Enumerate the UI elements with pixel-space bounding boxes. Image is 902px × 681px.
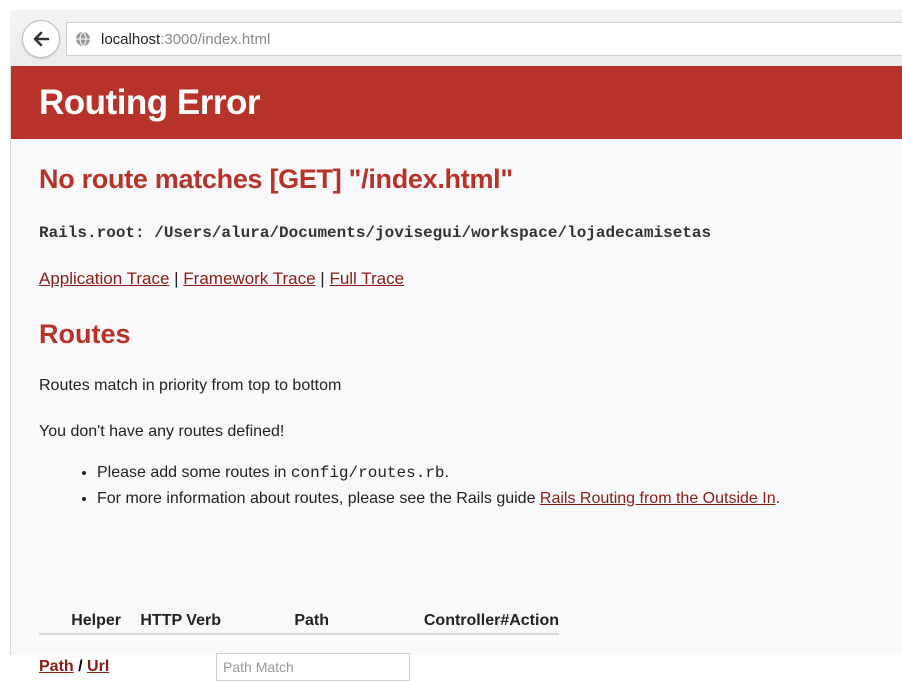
application-trace-link[interactable]: Application Trace <box>39 269 169 288</box>
column-header-http-verb: HTTP Verb <box>140 612 221 629</box>
back-button[interactable] <box>22 20 60 58</box>
trace-separator: | <box>174 269 179 288</box>
path-link[interactable]: Path <box>39 658 74 675</box>
url-link[interactable]: Url <box>87 658 109 675</box>
routes-table: Helper HTTP Verb Path Controller#Action <box>39 609 559 635</box>
rails-root: Rails.root: /Users/alura/Documents/jovis… <box>39 224 712 242</box>
routes-file-code: config/routes.rb <box>290 464 445 482</box>
trace-links: Application Trace | Framework Trace | Fu… <box>39 269 404 289</box>
list-item: Please add some routes in config/routes.… <box>97 464 780 482</box>
tip2-prefix: For more information about routes, pleas… <box>97 490 536 507</box>
tip1-suffix: . <box>444 464 449 481</box>
rails-guide-link[interactable]: Rails Routing from the Outside In <box>540 490 776 507</box>
address-bar[interactable]: localhost:3000/index.html <box>66 22 902 56</box>
path-match-input[interactable] <box>216 653 410 681</box>
routes-heading: Routes <box>39 319 131 349</box>
matcher-links: Path / Url <box>39 658 216 676</box>
no-routes-message: You don't have any routes defined! <box>39 423 285 440</box>
page-title: Routing Error <box>39 82 260 122</box>
column-header-path: Path <box>294 612 329 629</box>
tips-list: Please add some routes in config/routes.… <box>39 464 780 516</box>
error-page: Routing Error No route matches [GET] "/i… <box>10 66 902 681</box>
priority-note: Routes match in priority from top to bot… <box>39 377 342 394</box>
list-item: For more information about routes, pleas… <box>97 490 780 508</box>
framework-trace-link[interactable]: Framework Trace <box>183 269 315 288</box>
globe-icon <box>76 31 90 47</box>
route-matcher-row: Path / Url <box>39 653 410 681</box>
matcher-separator: / <box>78 658 83 675</box>
tip1-prefix: Please add some routes in <box>97 464 287 481</box>
url-text: localhost:3000/index.html <box>101 31 270 48</box>
table-header-row: Helper HTTP Verb Path Controller#Action <box>39 609 559 633</box>
arrow-left-icon <box>33 31 50 47</box>
url-path: :3000/index.html <box>160 30 271 48</box>
error-message: No route matches [GET] "/index.html" <box>39 164 513 194</box>
tip2-suffix: . <box>775 490 781 507</box>
trace-separator: | <box>320 269 325 288</box>
url-host: localhost <box>101 30 161 48</box>
browser-toolbar: localhost:3000/index.html <box>10 10 902 67</box>
page-header: Routing Error <box>11 66 902 139</box>
column-header-helper: Helper <box>71 612 121 629</box>
full-trace-link[interactable]: Full Trace <box>329 269 404 288</box>
column-header-controller-action: Controller#Action <box>423 612 559 629</box>
